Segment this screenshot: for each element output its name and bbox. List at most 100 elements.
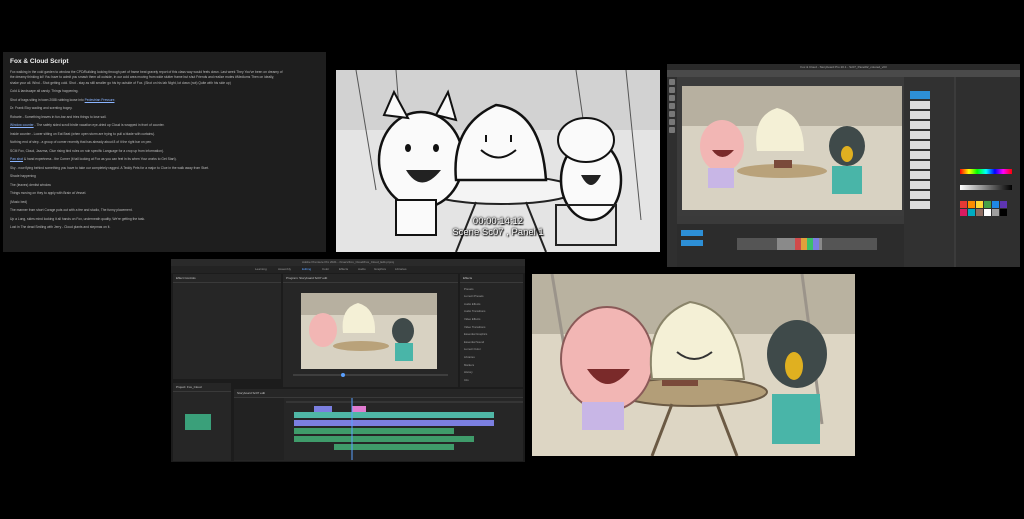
effects-item[interactable]: Lumetri Presets bbox=[464, 294, 523, 298]
script-document: Fox & Cloud Script Fox walking in the co… bbox=[3, 52, 326, 252]
program-monitor: Program: Storyboard Sc07 edit bbox=[283, 274, 458, 387]
script-line: The (leaves) dentist window bbox=[10, 182, 51, 187]
effects-item[interactable]: Essential Graphics bbox=[464, 332, 523, 336]
layer-thumb[interactable] bbox=[910, 111, 930, 119]
layer-thumb[interactable] bbox=[910, 141, 930, 149]
sequence-tab[interactable]: Storyboard Sc07 edit bbox=[234, 389, 523, 398]
source-tab[interactable]: Effect Controls bbox=[173, 274, 281, 283]
color-swatch[interactable] bbox=[968, 209, 975, 216]
layer-thumb[interactable] bbox=[910, 201, 930, 209]
workspace-tab[interactable]: Assembly bbox=[278, 267, 291, 271]
brush-tool-icon[interactable] bbox=[669, 79, 675, 85]
premiere-window: Adobe Premiere Pro 2021 - /Users/Fox_Clo… bbox=[171, 259, 525, 462]
workspace-tab[interactable]: Effects bbox=[339, 267, 348, 271]
storyboard-scene-label: Scene Sc07 , Panel 1 bbox=[452, 227, 544, 238]
script-line: SCM Fox, Cloud, Jazzma, Clue rising bird… bbox=[10, 148, 164, 153]
eraser-tool-icon[interactable] bbox=[669, 95, 675, 101]
layer-thumb[interactable] bbox=[910, 181, 930, 189]
script-line: shake your all. Wind - Shot getting cold… bbox=[10, 80, 231, 85]
fill-tool-icon[interactable] bbox=[669, 111, 675, 117]
effects-item[interactable]: Info bbox=[464, 378, 523, 382]
effects-tab[interactable]: Effects bbox=[460, 274, 523, 283]
timeline-tracks[interactable] bbox=[234, 398, 523, 460]
color-swatch[interactable] bbox=[992, 209, 999, 216]
script-line: the dreamy thinking lol! You have to adm… bbox=[10, 75, 275, 80]
final-frame-art bbox=[532, 274, 855, 456]
layer-thumb[interactable] bbox=[910, 161, 930, 169]
color-swatch[interactable] bbox=[976, 209, 983, 216]
color-swatch[interactable] bbox=[960, 201, 967, 208]
layers-panel bbox=[904, 77, 954, 267]
layer-thumb[interactable] bbox=[910, 101, 930, 109]
color-swatch[interactable] bbox=[984, 209, 991, 216]
color-swatch[interactable] bbox=[960, 209, 967, 216]
effects-item[interactable]: Audio Transitions bbox=[464, 309, 523, 313]
workspace-tab[interactable]: Graphics bbox=[374, 267, 386, 271]
workspace-tab[interactable]: Color bbox=[322, 267, 329, 271]
color-panel bbox=[956, 77, 1020, 267]
workspace-tabs: Learning Assembly Editing Color Effects … bbox=[171, 266, 525, 273]
workspace-tab[interactable]: Editing bbox=[302, 267, 311, 271]
script-line: (Music bed) bbox=[10, 199, 28, 204]
script-line: Lost in The dead Smiling with Jerry - Cl… bbox=[10, 225, 111, 230]
project-panel: Project: Fox_Cloud bbox=[173, 383, 231, 461]
script-line: Things moving on they to apply with Brai… bbox=[10, 191, 87, 196]
layer-thumb[interactable] bbox=[910, 191, 930, 199]
effects-panel: Effects Presets Lumetri Presets Audio Ef… bbox=[460, 274, 523, 387]
project-tab[interactable]: Project: Fox_Cloud bbox=[173, 383, 231, 392]
value-slider[interactable] bbox=[960, 185, 1012, 190]
paint-toolbox bbox=[667, 77, 677, 267]
storyboard-timecode: 00:00:14:12 bbox=[472, 216, 524, 227]
swatch-grid[interactable] bbox=[960, 201, 1007, 216]
effects-item[interactable]: Video Effects bbox=[464, 317, 523, 321]
zoom-tool-icon[interactable] bbox=[669, 127, 675, 133]
script-line: Sky - now flying behind something you ha… bbox=[10, 165, 209, 170]
color-swatch[interactable] bbox=[1000, 201, 1007, 208]
script-line: The manner from short Corage puts out wi… bbox=[10, 208, 133, 213]
layer-thumb[interactable] bbox=[910, 91, 930, 99]
workspace-tab[interactable]: Learning bbox=[255, 267, 267, 271]
script-line: Pan shot & hand expertness - the Corner … bbox=[10, 157, 177, 162]
premiere-titlebar: Adobe Premiere Pro 2021 - /Users/Fox_Clo… bbox=[171, 259, 525, 266]
workspace-tab[interactable]: Libraries bbox=[395, 267, 407, 271]
color-swatch[interactable] bbox=[984, 201, 991, 208]
timeline-panel: Storyboard Sc07 edit bbox=[234, 389, 523, 461]
effects-item[interactable]: Markers bbox=[464, 363, 523, 367]
select-tool-icon[interactable] bbox=[669, 103, 675, 109]
script-line: Fox walking in the cold garden to window… bbox=[10, 70, 283, 74]
program-preview bbox=[293, 293, 448, 377]
script-line: Shot of bags siting in town 2088 rubbing… bbox=[10, 97, 116, 102]
paint-menubar[interactable] bbox=[667, 70, 1020, 77]
hue-slider[interactable] bbox=[960, 169, 1012, 174]
paint-canvas[interactable] bbox=[682, 86, 902, 210]
effects-item[interactable]: History bbox=[464, 370, 523, 374]
script-line: Window counter - The safety sided scroll… bbox=[10, 123, 165, 128]
project-clip-thumb bbox=[185, 414, 211, 430]
color-swatch[interactable] bbox=[1000, 209, 1007, 216]
color-swatch[interactable] bbox=[992, 201, 999, 208]
script-line: Dr. Frank Eloy wading and scenting bogey… bbox=[10, 106, 73, 111]
effects-item[interactable]: Libraries bbox=[464, 355, 523, 359]
script-line: Shade happening bbox=[10, 174, 36, 179]
hand-tool-icon[interactable] bbox=[669, 119, 675, 125]
layer-thumb[interactable] bbox=[910, 171, 930, 179]
layer-thumb[interactable] bbox=[910, 131, 930, 139]
paint-app-window: Fox & Cloud - Storyboard Pro 20.1 - Sc07… bbox=[667, 64, 1020, 267]
effects-item[interactable]: Presets bbox=[464, 287, 523, 291]
layer-thumb[interactable] bbox=[910, 121, 930, 129]
program-tab[interactable]: Program: Storyboard Sc07 edit bbox=[283, 274, 458, 283]
pencil-tool-icon[interactable] bbox=[669, 87, 675, 93]
script-line: Robarte - Something leaves in fun-bar an… bbox=[10, 114, 107, 119]
effects-item[interactable]: Audio Effects bbox=[464, 302, 523, 306]
layer-thumb[interactable] bbox=[910, 151, 930, 159]
color-swatch[interactable] bbox=[976, 201, 983, 208]
workspace-tab[interactable]: Audio bbox=[358, 267, 366, 271]
script-line: Up a Long, sides mind looking it all han… bbox=[10, 216, 146, 221]
script-title: Fox & Cloud Script bbox=[10, 58, 69, 65]
paint-timeline bbox=[677, 216, 904, 267]
effects-item[interactable]: Essential Sound bbox=[464, 340, 523, 344]
color-swatch[interactable] bbox=[968, 201, 975, 208]
effects-item[interactable]: Video Transitions bbox=[464, 325, 523, 329]
effects-item[interactable]: Lumetri Color bbox=[464, 347, 523, 351]
final-colored-frame bbox=[532, 274, 855, 456]
